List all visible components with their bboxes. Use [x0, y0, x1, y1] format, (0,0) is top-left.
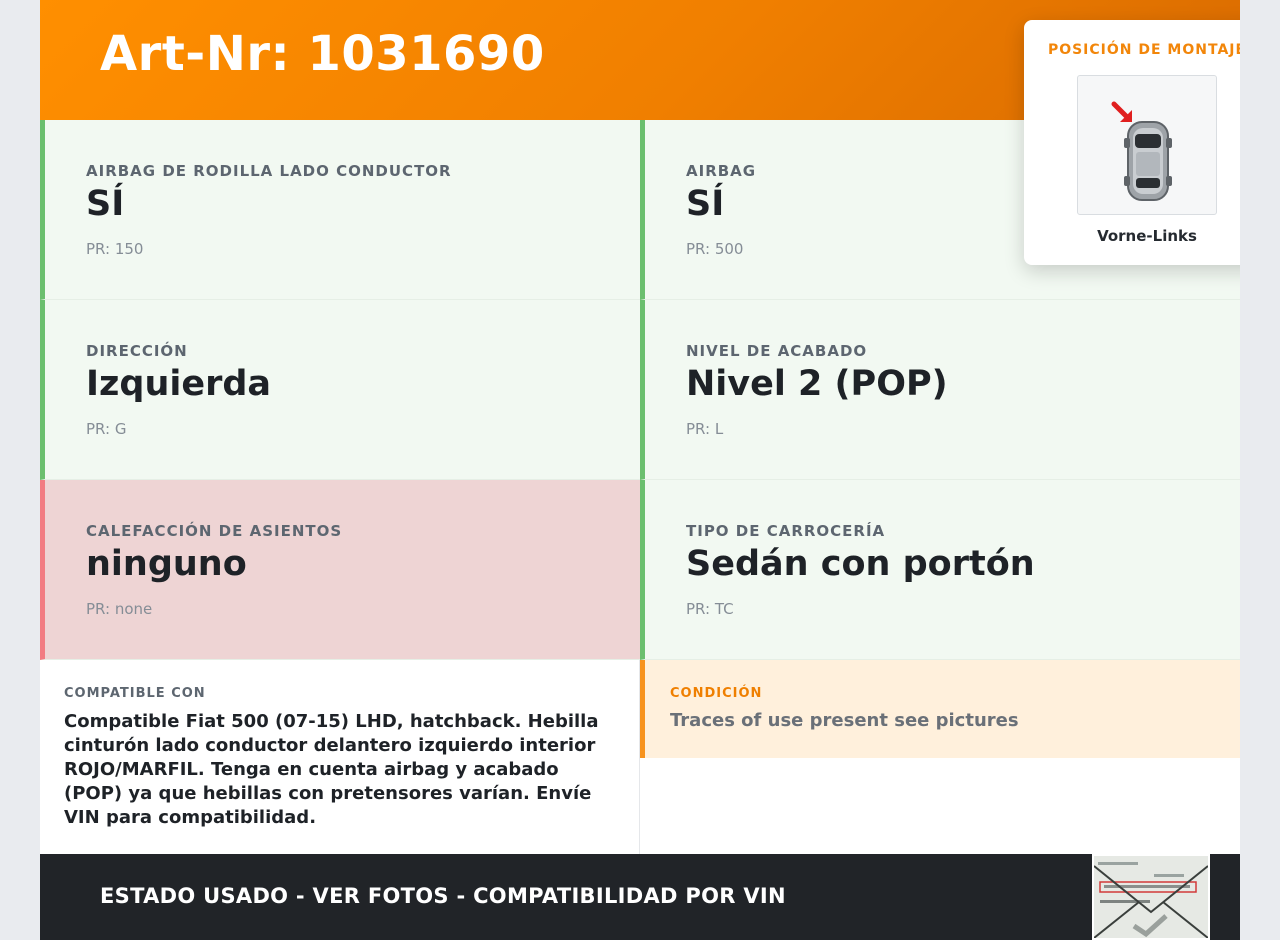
- spec-label: NIVEL DE ACABADO: [686, 342, 868, 360]
- spec-label: AIRBAG: [686, 162, 757, 180]
- spec-value: SÍ: [686, 184, 725, 224]
- product-sheet: Art-Nr: 1031690 AIRBAG DE RODILLA LADO C…: [40, 0, 1240, 940]
- condition-section: CONDICIÓN Traces of use present see pict…: [640, 660, 1240, 758]
- spec-pr-code: PR: TC: [686, 600, 734, 618]
- compatibility-text: Compatible Fiat 500 (07-15) LHD, hatchba…: [64, 711, 599, 828]
- spec-label: DIRECCIÓN: [86, 342, 188, 360]
- spec-value: Sedán con portón: [686, 544, 1035, 584]
- car-top-view-icon: [1124, 121, 1172, 201]
- spec-label: CALEFACCIÓN DE ASIENTOS: [86, 522, 343, 540]
- spec-body-type: TIPO DE CARROCERÍA Sedán con portón PR: …: [640, 480, 1240, 660]
- spec-steering: DIRECCIÓN Izquierda PR: G: [40, 300, 640, 480]
- spec-value: ninguno: [86, 544, 247, 584]
- footer-bar: ESTADO USADO - VER FOTOS - COMPATIBILIDA…: [40, 854, 1240, 940]
- spec-pr-code: PR: 150: [86, 240, 144, 258]
- mounting-position-title: POSICIÓN DE MONTAJE: [1047, 42, 1240, 58]
- footer-text: ESTADO USADO - VER FOTOS - COMPATIBILIDA…: [100, 884, 786, 908]
- spec-value: Nivel 2 (POP): [686, 364, 948, 404]
- spec-label: AIRBAG DE RODILLA LADO CONDUCTOR: [86, 162, 452, 180]
- spec-knee-airbag: AIRBAG DE RODILLA LADO CONDUCTOR SÍ PR: …: [40, 120, 640, 300]
- compatibility-section: COMPATIBLE CON Compatible Fiat 500 (07-1…: [40, 660, 640, 854]
- mounting-position-caption: Vorne-Links: [1097, 227, 1197, 245]
- vehicle-document-thumbnail[interactable]: [1092, 854, 1210, 940]
- spec-seat-heating: CALEFACCIÓN DE ASIENTOS ninguno PR: none: [40, 480, 640, 660]
- spec-pr-code: PR: 500: [686, 240, 744, 258]
- condition-label: CONDICIÓN: [670, 686, 763, 701]
- mounting-position-card: POSICIÓN DE MONTAJE Vorne-Links: [1024, 20, 1240, 265]
- arrow-front-left-icon: [1111, 101, 1132, 122]
- condition-text: Traces of use present see pictures: [670, 710, 1019, 731]
- spec-pr-code: PR: L: [686, 420, 724, 438]
- document-icon: [1094, 856, 1208, 938]
- spec-label: TIPO DE CARROCERÍA: [686, 522, 886, 540]
- car-diagram-box: [1077, 75, 1217, 215]
- spec-pr-code: PR: G: [86, 420, 127, 438]
- spec-value: SÍ: [86, 184, 125, 224]
- article-number-title: Art-Nr: 1031690: [100, 26, 545, 82]
- spec-value: Izquierda: [86, 364, 272, 404]
- compatibility-label: COMPATIBLE CON: [64, 686, 206, 701]
- spec-trim-level: NIVEL DE ACABADO Nivel 2 (POP) PR: L: [640, 300, 1240, 480]
- spec-pr-code: PR: none: [86, 600, 153, 618]
